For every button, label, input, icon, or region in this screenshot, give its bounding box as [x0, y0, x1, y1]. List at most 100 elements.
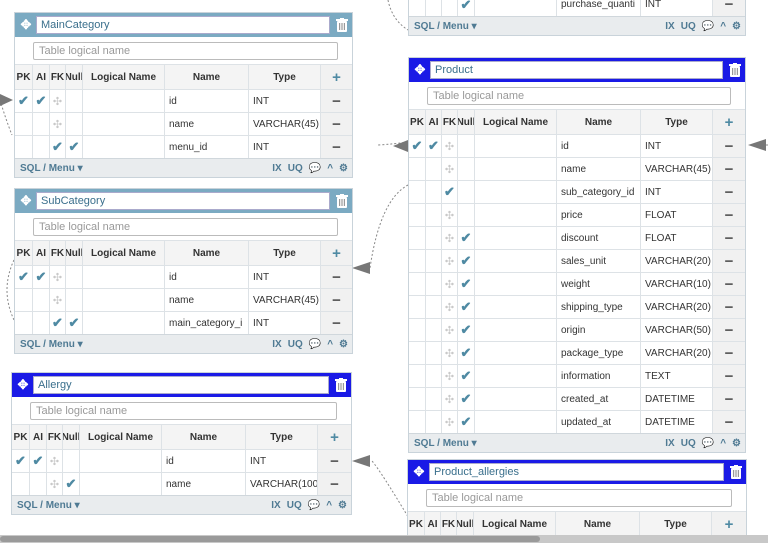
column-type[interactable]: INT [249, 266, 321, 288]
column-logical-name[interactable] [83, 113, 165, 135]
comment-icon[interactable]: 💬 [702, 21, 714, 32]
column-type[interactable]: INT [249, 312, 321, 334]
column-name[interactable]: menu_id [165, 136, 249, 158]
ai-toggle[interactable] [426, 158, 442, 180]
fk-toggle[interactable]: ✣ [442, 273, 458, 295]
column-name[interactable]: name [162, 473, 246, 495]
null-toggle[interactable] [458, 181, 475, 203]
sql-menu-button[interactable]: SQL / Menu ▾ [414, 438, 659, 449]
remove-column-button[interactable]: − [318, 473, 351, 495]
null-toggle[interactable] [66, 266, 83, 288]
collapse-icon[interactable]: ^ [327, 163, 333, 174]
column-type[interactable]: VARCHAR(20) [641, 250, 713, 272]
settings-icon[interactable]: ⚙ [339, 163, 348, 174]
column-type[interactable]: FLOAT [641, 227, 713, 249]
column-row[interactable]: ✣ name VARCHAR(45) − [15, 288, 352, 311]
table-sub-category[interactable]: ✥SubCategoryTable logical namePKAIFKNull… [14, 188, 353, 354]
column-type[interactable]: INT [246, 450, 318, 472]
add-column-button[interactable]: + [321, 241, 352, 265]
column-name[interactable]: main_category_i [165, 312, 249, 334]
null-toggle[interactable]: ✔ [63, 473, 80, 495]
index-button[interactable]: IX [665, 438, 674, 449]
table-product-allergies[interactable]: ✥ Product_allergies Table logical name PK AI… [407, 459, 747, 537]
unique-button[interactable]: UQ [681, 21, 696, 32]
column-row[interactable]: ✣ ✔ weight VARCHAR(10) − [409, 272, 745, 295]
pk-toggle[interactable]: ✔ [12, 450, 30, 472]
fk-toggle[interactable]: ✣ [50, 266, 66, 288]
remove-column-button[interactable]: − [713, 158, 745, 180]
column-row[interactable]: ✣ ✔ name VARCHAR(100) − [12, 472, 351, 495]
index-button[interactable]: IX [272, 163, 281, 174]
table-name-input[interactable]: MainCategory [36, 16, 330, 34]
settings-icon[interactable]: ⚙ [732, 438, 741, 449]
ai-toggle[interactable]: ✔ [30, 450, 47, 472]
column-row[interactable]: ✔ ✔ ✣ id INT − [15, 89, 352, 112]
remove-column-button[interactable]: − [713, 204, 745, 226]
column-row[interactable]: ✔ ✔ ✣ id INT − [12, 449, 351, 472]
ai-toggle[interactable] [426, 204, 442, 226]
table-name-input[interactable]: Product [430, 61, 723, 79]
column-row[interactable]: ✣ ✔ origin VARCHAR(50) − [409, 318, 745, 341]
unique-button[interactable]: UQ [288, 339, 303, 350]
column-cell[interactable] [442, 0, 458, 16]
null-toggle[interactable]: ✔ [458, 365, 475, 387]
column-row[interactable]: ✣ name VARCHAR(45) − [15, 112, 352, 135]
column-name[interactable]: sub_category_id [557, 181, 641, 203]
null-toggle[interactable]: ✔ [66, 312, 83, 334]
column-logical-name[interactable] [83, 312, 165, 334]
remove-column-button[interactable]: − [713, 273, 745, 295]
remove-column-button[interactable]: − [321, 136, 352, 158]
scrollbar-thumb[interactable] [0, 536, 540, 542]
collapse-icon[interactable]: ^ [327, 339, 333, 350]
column-row[interactable]: ✣ ✔ package_type VARCHAR(20) − [409, 341, 745, 364]
column-logical-name[interactable] [475, 135, 557, 157]
column-type[interactable]: VARCHAR(45) [249, 289, 321, 311]
move-icon[interactable]: ✥ [15, 377, 31, 393]
column-name[interactable]: id [162, 450, 246, 472]
ai-toggle[interactable] [426, 365, 442, 387]
column-logical-name[interactable] [475, 319, 557, 341]
add-column-button[interactable]: + [712, 512, 746, 536]
fk-toggle[interactable]: ✣ [442, 342, 458, 364]
column-row[interactable]: ✣ ✔ discount FLOAT − [409, 226, 745, 249]
fk-toggle[interactable]: ✔ [442, 181, 458, 203]
pk-toggle[interactable] [409, 411, 426, 433]
fk-toggle[interactable]: ✣ [442, 135, 458, 157]
table-header-bar[interactable]: ✥ Product_allergies [408, 460, 746, 484]
unique-button[interactable]: UQ [287, 500, 302, 511]
fk-toggle[interactable]: ✣ [442, 388, 458, 410]
column-name[interactable]: shipping_type [557, 296, 641, 318]
column-name[interactable]: package_type [557, 342, 641, 364]
sql-menu-button[interactable]: SQL / Menu ▾ [414, 21, 659, 32]
column-name[interactable]: id [165, 266, 249, 288]
column-row[interactable]: ✣ ✔ shipping_type VARCHAR(20) − [409, 295, 745, 318]
column-name[interactable]: price [557, 204, 641, 226]
column-name[interactable]: purchase_quanti [557, 0, 641, 16]
remove-column-button[interactable]: − [713, 135, 745, 157]
column-type[interactable]: INT [249, 136, 321, 158]
pk-toggle[interactable] [409, 296, 426, 318]
column-logical-name[interactable] [475, 273, 557, 295]
pk-toggle[interactable]: ✔ [15, 266, 33, 288]
null-toggle[interactable] [458, 204, 475, 226]
column-type[interactable]: INT [641, 181, 713, 203]
remove-column-button[interactable]: − [321, 266, 352, 288]
column-logical-name[interactable] [475, 250, 557, 272]
ai-toggle[interactable] [33, 289, 50, 311]
settings-icon[interactable]: ⚙ [732, 21, 741, 32]
column-row[interactable]: ✔ sub_category_id INT − [409, 180, 745, 203]
null-toggle[interactable]: ✔ [458, 296, 475, 318]
fk-toggle[interactable]: ✣ [442, 365, 458, 387]
table-header-bar[interactable]: ✥ Allergy [12, 373, 351, 397]
ai-toggle[interactable] [33, 136, 50, 158]
pk-toggle[interactable] [409, 227, 426, 249]
trash-icon[interactable] [333, 376, 349, 394]
remove-column-button[interactable]: − [713, 411, 745, 433]
trash-icon[interactable] [728, 463, 744, 481]
comment-icon[interactable]: 💬 [702, 438, 714, 449]
column-row[interactable]: ✔ ✔ ✣ id INT − [15, 265, 352, 288]
collapse-icon[interactable]: ^ [326, 500, 332, 511]
column-name[interactable]: updated_at [557, 411, 641, 433]
table-name-input[interactable]: SubCategory [36, 192, 330, 210]
column-type[interactable]: VARCHAR(45) [249, 113, 321, 135]
